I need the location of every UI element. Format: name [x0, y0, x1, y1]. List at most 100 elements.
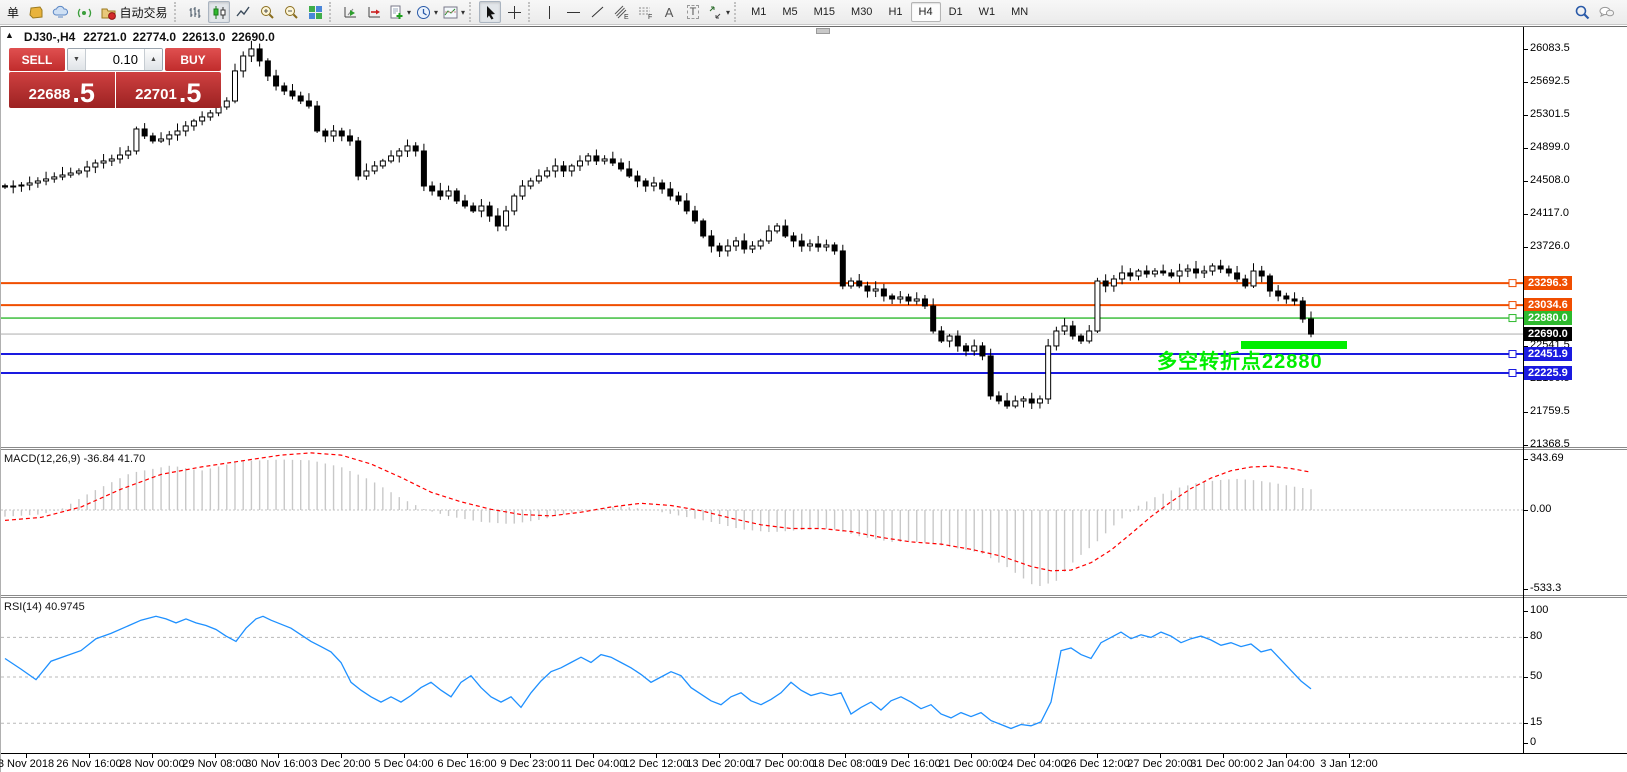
cursor-button[interactable]	[479, 1, 501, 23]
timeframe-button-mn[interactable]: MN	[1003, 2, 1036, 22]
buy-price-main: 22701	[135, 84, 177, 106]
timeframe-button-m5[interactable]: M5	[774, 2, 805, 22]
level-line-handle[interactable]	[1509, 370, 1516, 377]
bull-candle	[972, 346, 977, 351]
timeframe-button-m1[interactable]: M1	[743, 2, 774, 22]
bear-candle	[635, 176, 640, 181]
timeframe-button-h1[interactable]: H1	[880, 2, 910, 22]
signals-button[interactable]	[73, 1, 95, 23]
price-tick-label: 24899.0	[1530, 141, 1570, 153]
bull-candle	[331, 131, 336, 136]
chart-shift-button[interactable]	[363, 1, 385, 23]
bull-candle	[1185, 269, 1190, 271]
indicators-button[interactable]: ▾	[387, 1, 412, 23]
bull-candle	[191, 121, 196, 126]
bear-candle	[315, 106, 320, 131]
bear-candle	[980, 346, 985, 356]
templates-button[interactable]: ▾	[441, 1, 466, 23]
level-line-handle[interactable]	[1509, 351, 1516, 358]
level-line-handle[interactable]	[1509, 280, 1516, 287]
bear-candle	[150, 136, 155, 141]
candlestick-chart-button[interactable]	[208, 1, 230, 23]
bull-candle	[504, 211, 509, 226]
bear-candle	[742, 241, 747, 249]
bull-candle	[93, 163, 98, 167]
bull-candle	[167, 135, 172, 139]
bear-candle	[323, 131, 328, 136]
chart-annotation-text[interactable]: 多空转折点22880	[1157, 345, 1323, 374]
bear-candle	[347, 136, 352, 141]
trendline-button[interactable]	[586, 1, 608, 23]
bar-chart-icon	[187, 4, 204, 21]
main-price-chart[interactable]	[1, 27, 1523, 447]
template-icon	[442, 4, 459, 21]
timeframe-button-h4[interactable]: H4	[911, 2, 941, 22]
bear-candle	[939, 331, 944, 341]
price-tick-label-tickmark	[1524, 247, 1528, 248]
search-button[interactable]	[1571, 1, 1593, 23]
horizontal-line-button[interactable]	[562, 1, 584, 23]
timeframe-button-m30[interactable]: M30	[843, 2, 880, 22]
timeframe-button-w1[interactable]: W1	[971, 2, 1004, 22]
zoom-in-button[interactable]	[256, 1, 278, 23]
new-order-button[interactable]: 单	[1, 1, 23, 23]
equidistant-channel-button[interactable]: E	[610, 1, 632, 23]
data-window-button[interactable]	[49, 1, 71, 23]
timeframe-button-d1[interactable]: D1	[941, 2, 971, 22]
rsi-indicator-chart[interactable]	[1, 598, 1523, 753]
bar-chart-button[interactable]	[184, 1, 206, 23]
auto-scroll-button[interactable]	[339, 1, 361, 23]
fibonacci-button[interactable]: F	[634, 1, 656, 23]
text-label-button[interactable]: T	[682, 1, 704, 23]
market-watch-button[interactable]	[25, 1, 47, 23]
bull-candle	[725, 246, 730, 251]
timeframe-button-m15[interactable]: M15	[806, 2, 843, 22]
time-axis[interactable]: 3 Nov 201826 Nov 16:0028 Nov 00:0029 Nov…	[1, 753, 1627, 772]
autotrading-button[interactable]: 自动交易	[97, 1, 171, 23]
bear-candle	[1267, 276, 1272, 291]
macd-indicator-chart[interactable]	[1, 450, 1523, 595]
bear-candle	[1309, 319, 1314, 334]
macd-tick-label: -533.3	[1530, 582, 1561, 594]
volume-value[interactable]: 0.10	[86, 49, 144, 70]
volume-decrease-button[interactable]: ▼	[68, 49, 86, 70]
gold-book-icon	[28, 4, 45, 21]
rsi-label: RSI(14) 40.9745	[4, 601, 85, 613]
buy-price-box[interactable]: 22701 .5	[116, 72, 222, 108]
arrows-dropdown-caret[interactable]: ▾	[726, 8, 730, 17]
buy-button[interactable]: BUY	[165, 48, 221, 71]
sell-price-fraction: .5	[72, 80, 95, 106]
bull-candle	[159, 139, 164, 141]
indicators-dropdown-caret[interactable]: ▾	[407, 8, 411, 17]
bear-candle	[660, 183, 665, 189]
collapse-arrow-icon[interactable]: ▲	[5, 30, 14, 44]
bull-candle	[898, 297, 903, 299]
text-button[interactable]: A	[658, 1, 680, 23]
arrows-button[interactable]: ▾	[706, 1, 731, 23]
chat-button[interactable]	[1595, 1, 1617, 23]
mt4-application: 单 自动交易	[0, 0, 1627, 772]
bull-candle	[766, 231, 771, 241]
line-chart-button[interactable]	[232, 1, 254, 23]
periods-dropdown-caret[interactable]: ▾	[434, 8, 438, 17]
bear-candle	[1070, 326, 1075, 336]
bull-candle	[1037, 399, 1042, 403]
bear-candle	[421, 151, 426, 186]
volume-increase-button[interactable]: ▲	[144, 49, 162, 70]
sell-button[interactable]: SELL	[9, 48, 65, 71]
level-line-handle[interactable]	[1509, 315, 1516, 322]
svg-text:F: F	[648, 14, 652, 21]
tile-windows-button[interactable]	[304, 1, 326, 23]
bear-candle	[619, 163, 624, 169]
sell-price-box[interactable]: 22688 .5	[9, 72, 116, 108]
templates-dropdown-caret[interactable]: ▾	[461, 8, 465, 17]
periods-button[interactable]: ▾	[414, 1, 439, 23]
level-line-handle[interactable]	[1509, 302, 1516, 309]
price-axis[interactable]: 26083.525692.525301.524899.024508.024117…	[1524, 27, 1627, 772]
bull-candle	[734, 241, 739, 246]
zoom-out-button[interactable]	[280, 1, 302, 23]
level-price-label: 22451.9	[1524, 347, 1572, 361]
crosshair-button[interactable]	[503, 1, 525, 23]
bull-candle	[364, 171, 369, 176]
vertical-line-button[interactable]	[538, 1, 560, 23]
